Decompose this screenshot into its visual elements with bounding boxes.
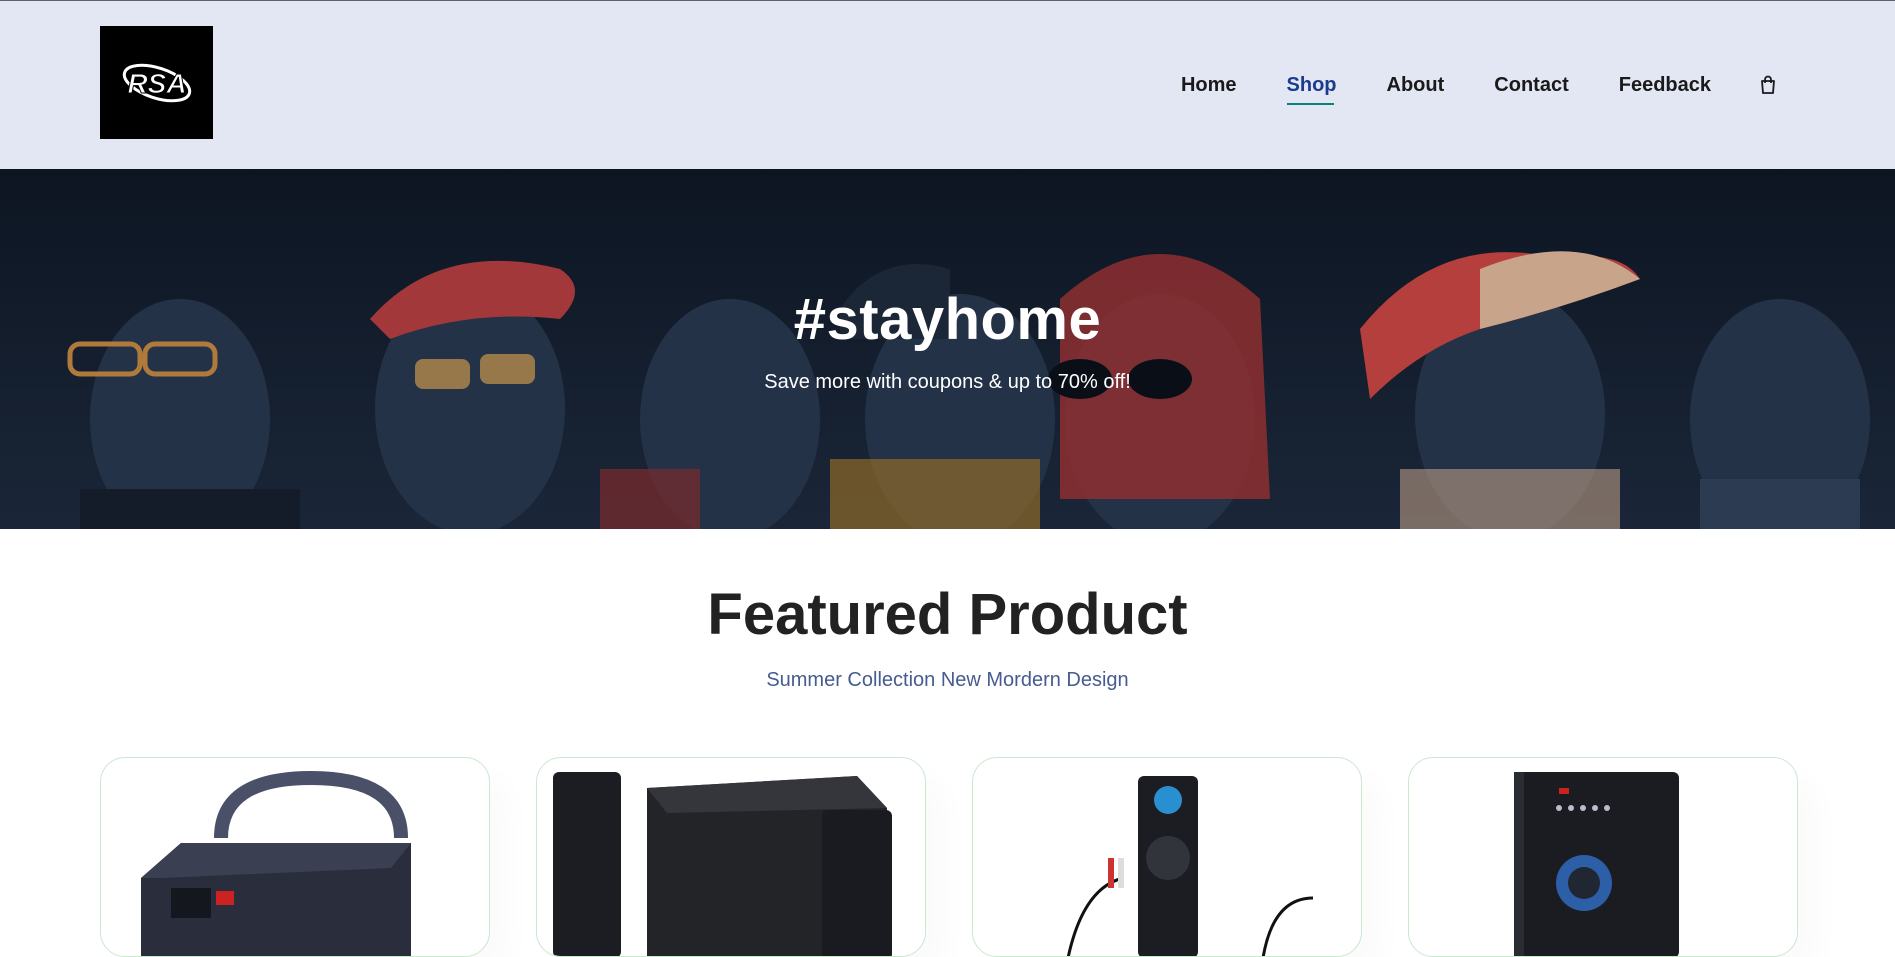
product-card[interactable] bbox=[536, 757, 926, 957]
cart-button[interactable] bbox=[1759, 75, 1777, 95]
featured-section: Featured Product Summer Collection New M… bbox=[0, 529, 1895, 692]
site-header: RSA Home Shop About Contact Feedback bbox=[0, 1, 1895, 169]
product-card[interactable] bbox=[1408, 757, 1798, 957]
logo-mark: RSA bbox=[122, 63, 191, 102]
nav-home[interactable]: Home bbox=[1181, 74, 1237, 97]
featured-title: Featured Product bbox=[707, 582, 1188, 647]
site-logo[interactable]: RSA bbox=[100, 26, 213, 139]
product-card[interactable] bbox=[972, 757, 1362, 957]
nav-about[interactable]: About bbox=[1387, 74, 1445, 97]
nav-shop[interactable]: Shop bbox=[1286, 74, 1337, 105]
nav-feedback[interactable]: Feedback bbox=[1619, 74, 1711, 97]
hero-banner: #stayhome Save more with coupons & up to… bbox=[0, 169, 1895, 529]
featured-subtitle: Summer Collection New Mordern Design bbox=[766, 669, 1129, 691]
subwoofer-speaker-image bbox=[1514, 772, 1679, 956]
tower-speaker-set-image bbox=[553, 772, 892, 956]
logo-text: RSA bbox=[127, 68, 186, 99]
speaker-with-handle-image bbox=[141, 770, 411, 956]
tower-speaker-with-cable-image bbox=[1066, 776, 1314, 956]
shopping-bag-icon bbox=[1761, 75, 1775, 94]
hero-title: #stayhome bbox=[793, 287, 1102, 352]
hero-subtitle: Save more with coupons & up to 70% off! bbox=[764, 371, 1131, 393]
product-card[interactable] bbox=[100, 757, 490, 957]
main-nav: Home Shop About Contact Feedback bbox=[1131, 1, 1777, 169]
product-grid bbox=[100, 757, 1798, 957]
nav-contact[interactable]: Contact bbox=[1494, 74, 1568, 97]
